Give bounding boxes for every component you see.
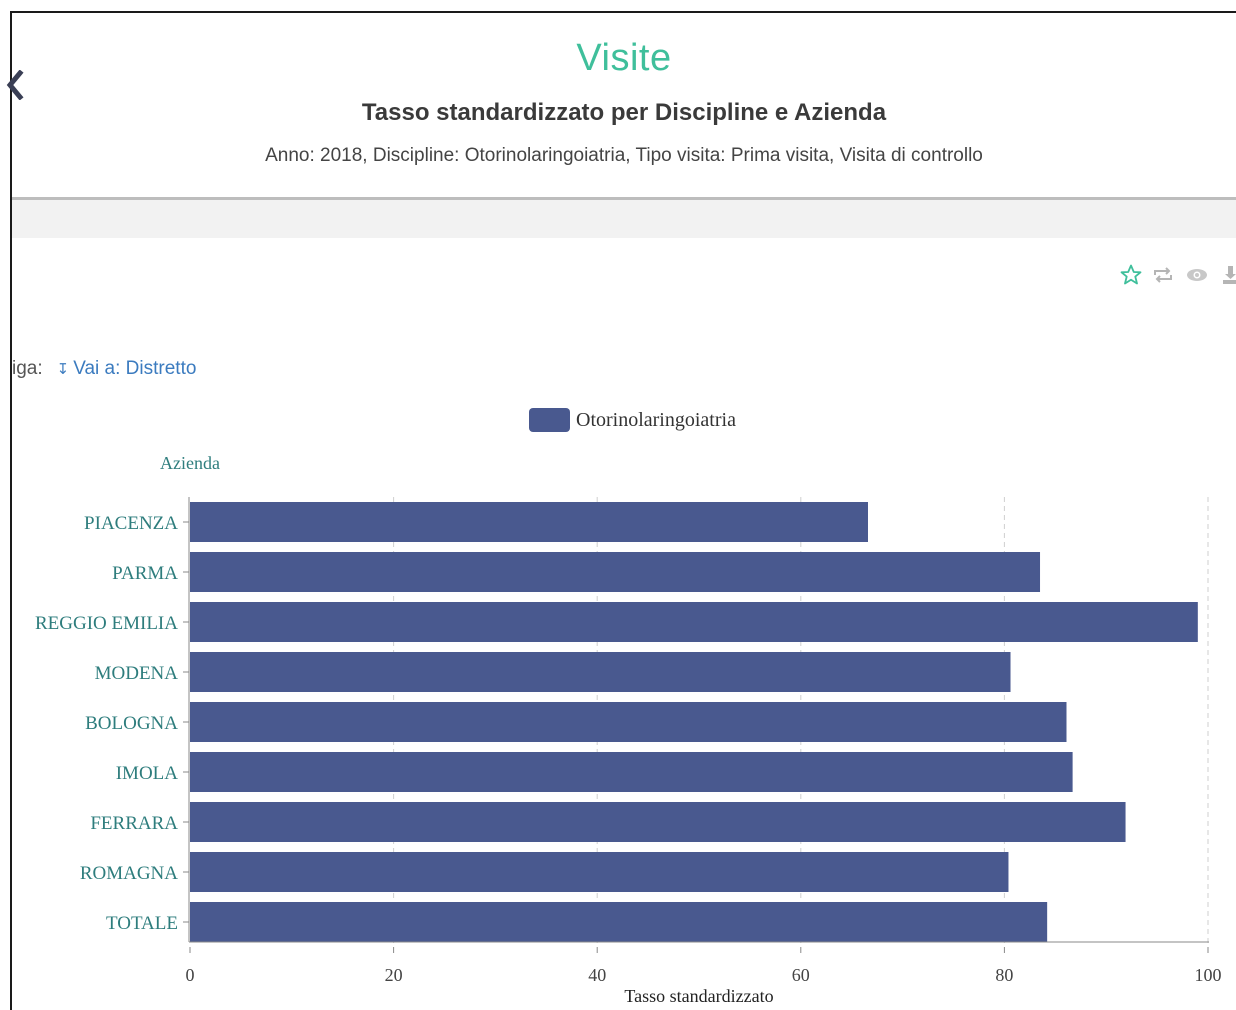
- x-tick-label: 40: [588, 965, 606, 985]
- y-axis-title: Azienda: [160, 453, 220, 473]
- bar: [190, 902, 1048, 942]
- bar: [190, 802, 1126, 842]
- x-tick-label: 60: [792, 965, 810, 985]
- bar-chart: Azienda PIACENZA PARMA REGGIO EMILIA MODENA…: [35, 453, 1222, 1006]
- y-tick-label: PARMA: [112, 563, 178, 584]
- y-tick-label: MODENA: [95, 663, 179, 684]
- bar: [190, 652, 1011, 692]
- bar: [190, 852, 1009, 892]
- bars: [190, 502, 1198, 942]
- y-tick-label: PIACENZA: [84, 513, 178, 534]
- x-tick-label: 80: [995, 965, 1013, 985]
- x-tick-label: 100: [1195, 965, 1222, 985]
- bar: [190, 602, 1198, 642]
- y-tick-label: IMOLA: [116, 763, 179, 784]
- bar: [190, 702, 1067, 742]
- y-axis-labels: PIACENZA PARMA REGGIO EMILIA MODENA BOLOGNA I…: [35, 513, 189, 934]
- x-axis-labels: 0 20 40 60 80 100: [186, 947, 1222, 985]
- bar: [190, 752, 1073, 792]
- bar: [190, 552, 1041, 592]
- y-tick-label: TOTALE: [106, 913, 178, 934]
- y-tick-label: ROMAGNA: [80, 863, 178, 884]
- x-tick-label: 20: [385, 965, 403, 985]
- y-tick-label: REGGIO EMILIA: [35, 613, 178, 634]
- y-tick-label: BOLOGNA: [85, 713, 178, 734]
- y-tick-label: FERRARA: [90, 813, 178, 834]
- x-tick-label: 0: [186, 965, 195, 985]
- bar: [190, 502, 868, 542]
- x-axis-title: Tasso standardizzato: [624, 986, 773, 1006]
